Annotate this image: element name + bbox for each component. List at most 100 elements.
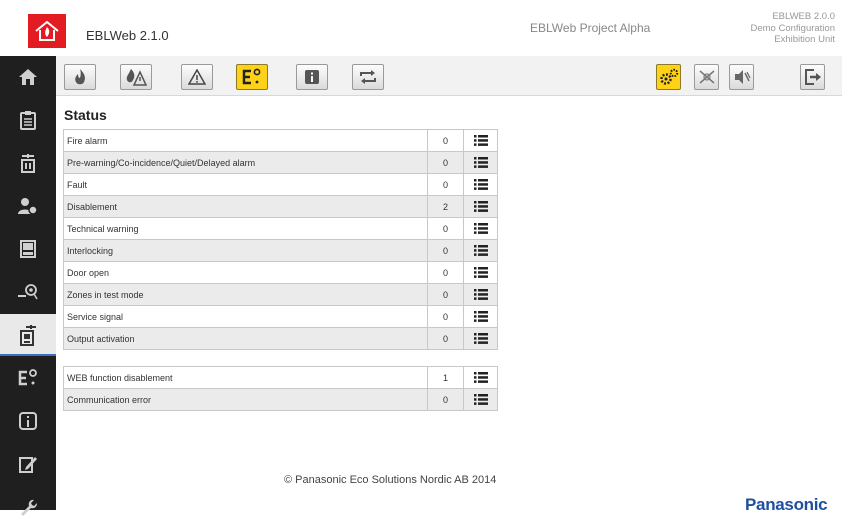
settings-icon	[659, 68, 678, 85]
fault-button[interactable]	[181, 64, 213, 90]
status-count: 0	[427, 388, 464, 411]
disable-button[interactable]	[694, 64, 719, 90]
header-bar: EBLWeb 2.1.0 EBLWeb Project Alpha EBLWEB…	[0, 0, 842, 56]
clipboard-icon	[20, 111, 36, 130]
status-label: Pre-warning/Co-incidence/Quiet/Delayed a…	[63, 151, 428, 174]
sidebar-item-tools[interactable]	[0, 486, 56, 528]
status-label: Technical warning	[63, 217, 428, 240]
status-label: Output activation	[63, 327, 428, 350]
list-icon	[473, 333, 488, 344]
left-sidebar	[0, 56, 56, 516]
house-flame-logo-icon	[35, 20, 59, 41]
system-info: EBLWEB 2.0.0 Demo Configuration Exhibiti…	[751, 11, 836, 46]
io-unit-icon	[242, 68, 261, 85]
table-row: Fire alarm 0	[63, 129, 498, 152]
sidebar-item-log[interactable]	[0, 99, 56, 141]
status-label: Interlocking	[63, 239, 428, 262]
list-icon	[473, 311, 488, 322]
copyright-footer: © Panasonic Eco Solutions Nordic AB 2014	[284, 474, 497, 486]
refresh-icon	[360, 70, 376, 84]
status-table: Fire alarm 0 Pre-warning/Co-incidence/Quie…	[63, 129, 498, 350]
home-icon	[19, 69, 37, 85]
io-unit-button[interactable]	[236, 64, 268, 90]
show-list-button[interactable]	[463, 195, 498, 218]
status-label: Disablement	[63, 195, 428, 218]
show-list-button[interactable]	[463, 283, 498, 306]
table-row: Pre-warning/Co-incidence/Quiet/Delayed a…	[63, 151, 498, 174]
show-list-button[interactable]	[463, 261, 498, 284]
sidebar-item-home[interactable]	[0, 56, 56, 98]
status-count: 1	[427, 366, 464, 389]
project-name: EBLWeb Project Alpha	[530, 21, 651, 35]
status-count: 0	[427, 261, 464, 284]
sidebar-item-devices[interactable]	[0, 228, 56, 270]
status-count: 0	[427, 151, 464, 174]
fire-icon	[75, 69, 85, 85]
logout-icon	[804, 69, 821, 85]
status-panel-icon	[20, 325, 36, 346]
table-row: Service signal 0	[63, 305, 498, 328]
table-row: Fault 0	[63, 173, 498, 196]
status-count: 0	[427, 327, 464, 350]
show-list-button[interactable]	[463, 366, 498, 389]
disable-icon	[699, 70, 714, 84]
info-icon	[19, 412, 37, 430]
show-list-button[interactable]	[463, 388, 498, 411]
status-label: Communication error	[63, 388, 428, 411]
info-button[interactable]	[296, 64, 328, 90]
list-icon	[473, 223, 488, 234]
sidebar-item-io-units[interactable]	[0, 357, 56, 399]
list-icon	[473, 289, 488, 300]
configuration-name: Demo Configuration	[750, 22, 836, 34]
pre-warning-button[interactable]	[120, 64, 152, 90]
sidebar-item-status-panel[interactable]	[0, 314, 56, 356]
table-row: Disablement 2	[63, 195, 498, 218]
list-icon	[473, 372, 488, 383]
show-list-button[interactable]	[463, 239, 498, 262]
status-label: Fire alarm	[63, 129, 428, 152]
show-list-button[interactable]	[463, 327, 498, 350]
toolbar	[56, 56, 842, 96]
wrench-icon	[21, 499, 37, 516]
sidebar-item-edit[interactable]	[0, 443, 56, 485]
fault-icon	[188, 69, 206, 85]
panasonic-logo: Panasonic	[745, 495, 828, 514]
sidebar-item-info[interactable]	[0, 400, 56, 442]
status-count: 0	[427, 129, 464, 152]
table-row: Communication error 0	[63, 388, 498, 411]
status-count: 0	[427, 305, 464, 328]
show-list-button[interactable]	[463, 151, 498, 174]
logout-button[interactable]	[800, 64, 825, 90]
io-unit-icon	[18, 369, 37, 386]
status-count: 0	[427, 239, 464, 262]
show-list-button[interactable]	[463, 305, 498, 328]
table-row: Door open 0	[63, 261, 498, 284]
status-label: WEB function disablement	[63, 366, 428, 389]
list-icon	[473, 267, 488, 278]
status-count: 0	[427, 173, 464, 196]
mute-button[interactable]	[729, 64, 754, 90]
detector-icon	[18, 284, 38, 300]
refresh-button[interactable]	[352, 64, 384, 90]
settings-button[interactable]	[656, 64, 681, 90]
show-list-button[interactable]	[463, 173, 498, 196]
fire-alarm-button[interactable]	[64, 64, 96, 90]
status-label: Door open	[63, 261, 428, 284]
sidebar-item-panel[interactable]	[0, 142, 56, 184]
app-name: EBLWeb 2.1.0	[86, 28, 169, 43]
system-version: EBLWEB 2.0.0	[772, 11, 835, 22]
status-count: 2	[427, 195, 464, 218]
list-icon	[473, 179, 488, 190]
status-label: Fault	[63, 173, 428, 196]
table-row: Technical warning 0	[63, 217, 498, 240]
sidebar-item-detectors[interactable]	[0, 271, 56, 313]
sidebar-item-users[interactable]	[0, 185, 56, 227]
table-row: Output activation 0	[63, 327, 498, 350]
list-icon	[473, 135, 488, 146]
show-list-button[interactable]	[463, 129, 498, 152]
device-icon	[20, 240, 36, 258]
panel-icon	[21, 154, 35, 173]
show-list-button[interactable]	[463, 217, 498, 240]
edit-icon	[19, 457, 37, 473]
status-count: 0	[427, 283, 464, 306]
